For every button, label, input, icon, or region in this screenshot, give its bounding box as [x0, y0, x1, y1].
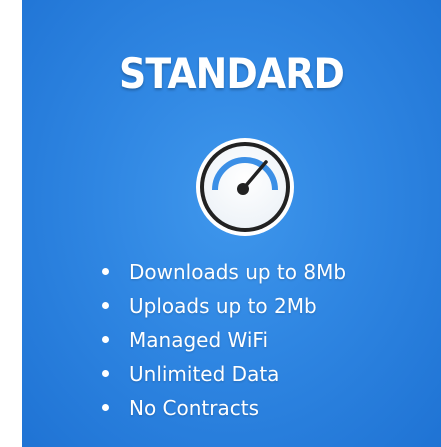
bullet-icon — [102, 370, 109, 377]
speedometer-icon — [194, 136, 296, 238]
feature-label: Downloads up to 8Mb — [129, 260, 347, 284]
bullet-icon — [102, 268, 109, 275]
bullet-icon — [102, 404, 109, 411]
bullet-icon — [102, 302, 109, 309]
feature-item: No Contracts — [102, 391, 346, 425]
feature-item: Managed WiFi — [102, 323, 346, 357]
feature-label: No Contracts — [129, 396, 260, 420]
feature-list: Downloads up to 8Mb Uploads up to 2Mb Ma… — [102, 255, 346, 425]
page: STANDARD Downloads up to 8Mb Uploads up … — [0, 0, 441, 447]
plan-card[interactable]: STANDARD Downloads up to 8Mb Uploads up … — [22, 0, 441, 447]
feature-item: Unlimited Data — [102, 357, 346, 391]
bullet-icon — [102, 336, 109, 343]
feature-item: Uploads up to 2Mb — [102, 289, 346, 323]
feature-label: Managed WiFi — [129, 328, 268, 352]
feature-item: Downloads up to 8Mb — [102, 255, 346, 289]
feature-label: Unlimited Data — [129, 362, 280, 386]
feature-label: Uploads up to 2Mb — [129, 294, 317, 318]
plan-title: STANDARD — [119, 49, 345, 98]
